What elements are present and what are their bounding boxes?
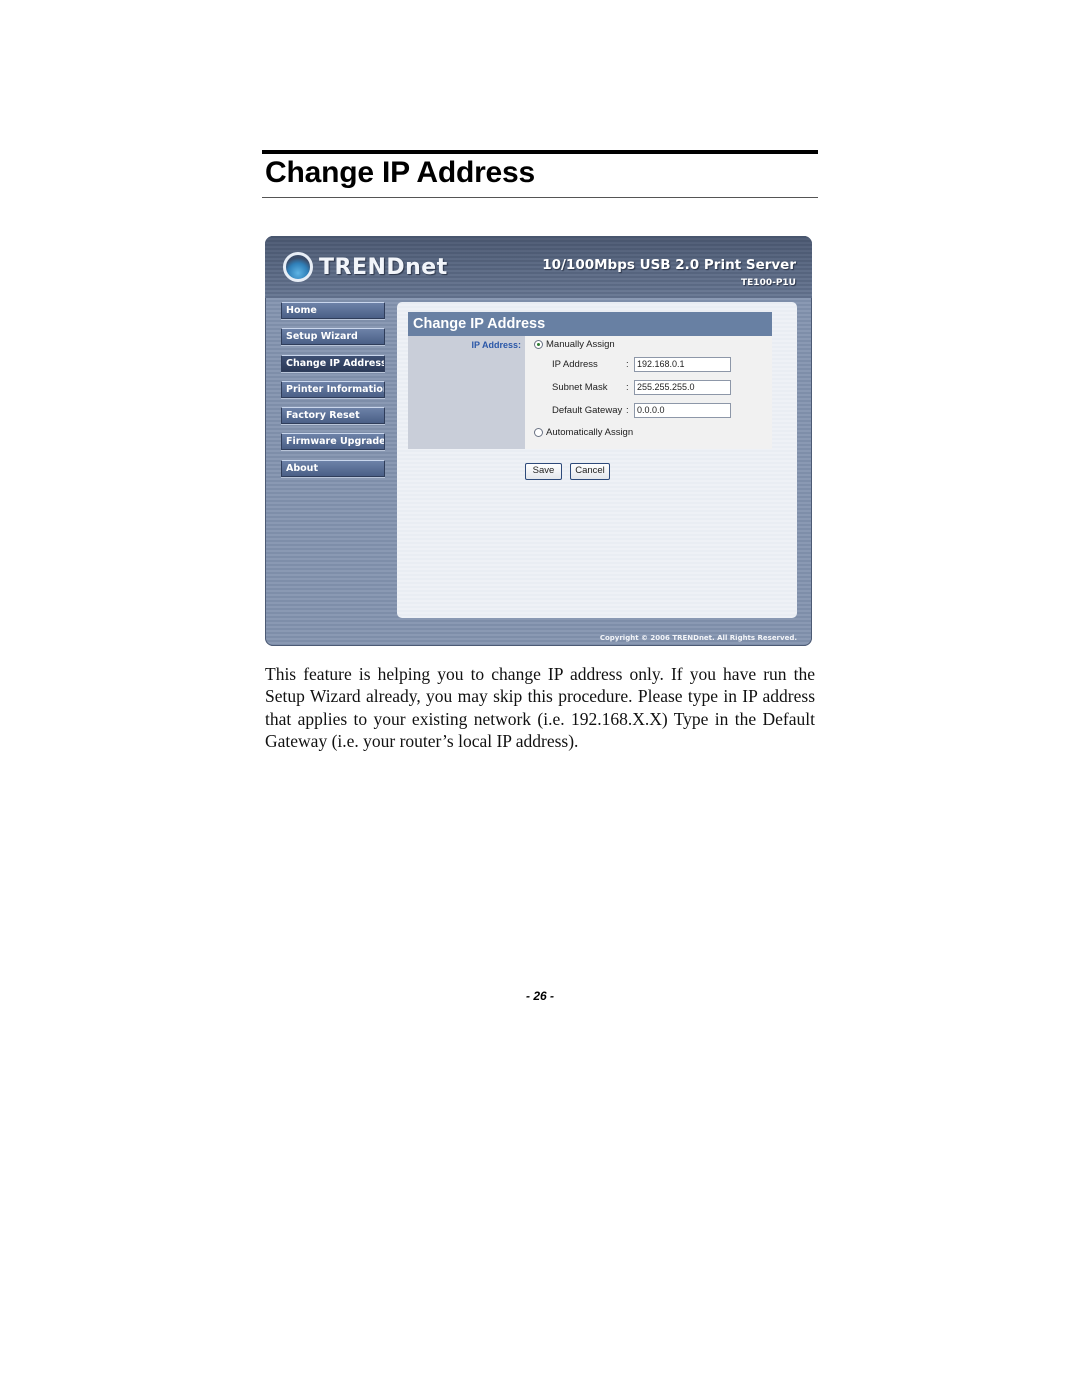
title-top-rule	[262, 150, 818, 154]
subnet-mask-row: Subnet Mask : 255.255.255.0	[552, 380, 731, 395]
manual-assign-label: Manually Assign	[546, 339, 615, 350]
nav-item-printer-information[interactable]: Printer Information	[281, 380, 385, 398]
product-title: 10/100Mbps USB 2.0 Print Server	[542, 257, 796, 273]
ip-form: IP Address: Manually Assign IP Address :…	[408, 336, 772, 449]
nav-item-setup-wizard[interactable]: Setup Wizard	[281, 328, 385, 346]
ip-address-row: IP Address : 192.168.0.1	[552, 357, 731, 372]
manual-assign-option[interactable]: Manually Assign	[534, 339, 615, 350]
page-number: - 26 -	[525, 989, 554, 1003]
manual-assign-radio[interactable]	[534, 340, 543, 349]
title-bottom-rule	[262, 197, 818, 198]
panel-title: Change IP Address	[408, 312, 772, 336]
page-title: Change IP Address	[265, 156, 536, 189]
colon: :	[626, 382, 629, 393]
nav-item-about[interactable]: About	[281, 459, 385, 477]
nav-item-factory-reset[interactable]: Factory Reset	[281, 407, 385, 425]
default-gateway-label: Default Gateway	[552, 405, 623, 416]
auto-assign-label: Automatically Assign	[546, 427, 634, 438]
body-paragraph: This feature is helping you to change IP…	[265, 664, 815, 752]
nav-item-change-ip-address[interactable]: Change IP Address	[281, 354, 385, 372]
default-gateway-input[interactable]: 0.0.0.0	[634, 403, 731, 418]
save-button[interactable]: Save	[525, 463, 562, 480]
ui-screenshot: TRENDnet 10/100Mbps USB 2.0 Print Server…	[265, 236, 812, 646]
cancel-button[interactable]: Cancel	[570, 463, 610, 480]
auto-assign-option[interactable]: Automatically Assign	[534, 427, 633, 438]
form-label-column: IP Address:	[408, 336, 525, 449]
nav-item-home[interactable]: Home	[281, 302, 385, 319]
brand-name: TRENDnet	[319, 254, 448, 280]
content-panel: Change IP Address IP Address: Manually A…	[397, 302, 797, 618]
ip-address-section-label: IP Address:	[471, 340, 521, 350]
product-model: TE100-P1U	[741, 278, 796, 288]
colon: :	[626, 405, 629, 416]
subnet-mask-label: Subnet Mask	[552, 382, 608, 393]
nav-item-firmware-upgrade[interactable]: Firmware Upgrade	[281, 433, 385, 451]
globe-logo-icon	[283, 252, 313, 282]
colon: :	[626, 359, 629, 370]
subnet-mask-input[interactable]: 255.255.255.0	[634, 380, 731, 395]
copyright-text: Copyright © 2006 TRENDnet. All Rights Re…	[599, 634, 797, 642]
sidebar-nav: Home Setup Wizard Change IP Address Prin…	[281, 302, 385, 486]
ip-address-label: IP Address	[552, 359, 598, 370]
brand-logo: TRENDnet	[283, 252, 448, 282]
auto-assign-radio[interactable]	[534, 428, 543, 437]
default-gateway-row: Default Gateway : 0.0.0.0	[552, 403, 731, 418]
ip-address-input[interactable]: 192.168.0.1	[634, 357, 731, 372]
